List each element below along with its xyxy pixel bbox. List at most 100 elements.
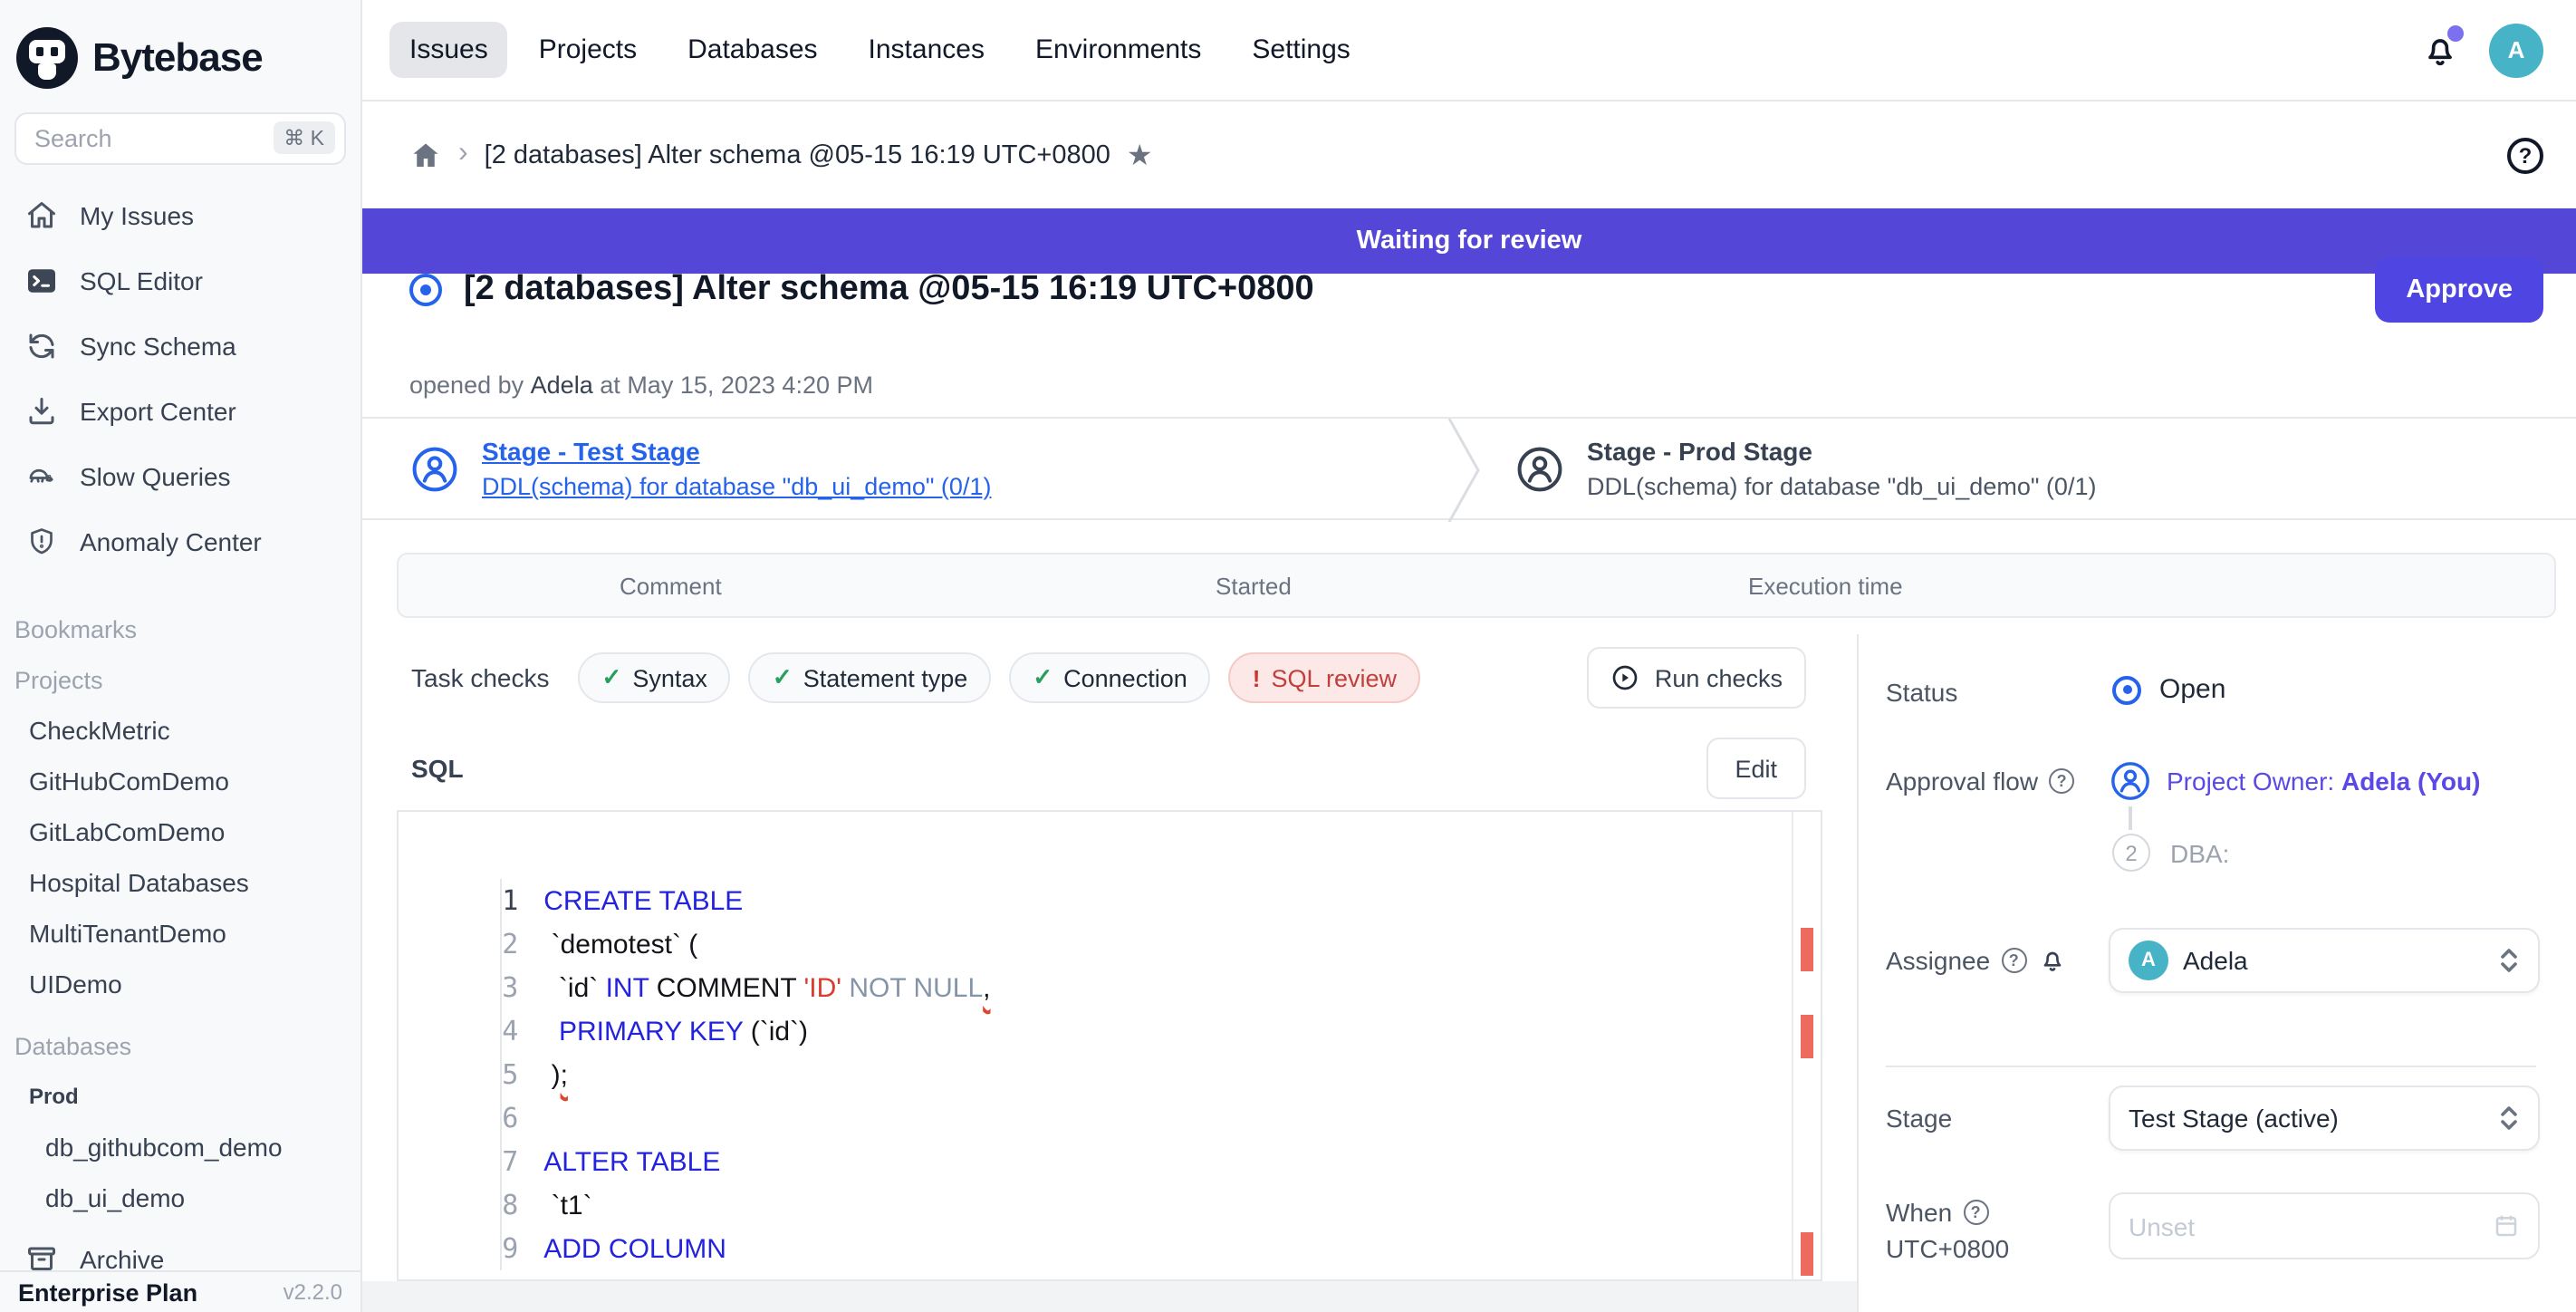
sidebar-item-label: Export Center — [80, 397, 236, 426]
column-header-comment: Comment — [620, 555, 722, 616]
code-line: 6 — [399, 1053, 1792, 1096]
project-item-githubcomdemo[interactable]: GitHubComDemo — [0, 756, 360, 806]
panel-divider — [1886, 1066, 2536, 1067]
error-marker — [1801, 1232, 1813, 1276]
project-list: CheckMetricGitHubComDemoGitLabComDemoHos… — [0, 705, 360, 1009]
home-icon[interactable] — [409, 139, 442, 171]
turtle-icon — [25, 460, 58, 493]
approve-button[interactable]: Approve — [2375, 257, 2543, 323]
notifications-button[interactable] — [2420, 30, 2460, 70]
stage-test-stage[interactable]: Stage - Test Stage DDL(schema) for datab… — [409, 419, 991, 518]
check-label: Connection — [1063, 664, 1187, 691]
tab-label: Issues — [409, 34, 488, 65]
task-table-header: Comment Started Execution time — [397, 553, 2556, 618]
user-avatar[interactable]: A — [2489, 23, 2543, 77]
sql-label: SQL — [411, 754, 464, 783]
status-open-icon — [2112, 675, 2141, 704]
column-header-execution-time: Execution time — [1748, 555, 1903, 616]
search-box[interactable]: ⌘ K — [14, 112, 346, 165]
project-item-multitenantdemo[interactable]: MultiTenantDemo — [0, 908, 360, 959]
error-marker — [1801, 928, 1813, 971]
tab-databases[interactable]: Databases — [668, 22, 837, 78]
issue-byline: opened by Adela at May 15, 2023 4:20 PM — [409, 371, 873, 399]
project-item-hospital-databases[interactable]: Hospital Databases — [0, 857, 360, 908]
task-check-sql-review[interactable]: ! SQL review — [1229, 652, 1420, 703]
project-item-gitlabcomdemo[interactable]: GitLabComDemo — [0, 806, 360, 857]
search-shortcut: ⌘ K — [273, 121, 335, 154]
star-icon[interactable]: ★ — [1127, 137, 1153, 173]
sql-code-editor[interactable]: 1CREATE TABLE 2 `demotest` ( 3 `id` INT … — [397, 810, 1822, 1281]
assignee-select[interactable]: A Adela — [2109, 928, 2540, 993]
sidebar-item-slow-queries[interactable]: Slow Queries — [0, 444, 360, 509]
sidebar-item-sql-editor[interactable]: SQL Editor — [0, 248, 360, 314]
bytebase-logo-icon — [16, 26, 78, 88]
line-number: 3 — [464, 966, 543, 1009]
sidebar-item-my-issues[interactable]: My Issues — [0, 183, 360, 248]
project-item-uidemo[interactable]: UIDemo — [0, 959, 360, 1009]
tab-settings[interactable]: Settings — [1232, 22, 1370, 78]
sidebar-item-label: Slow Queries — [80, 462, 231, 491]
help-circle-icon[interactable]: ? — [2507, 137, 2543, 173]
issue-open-icon — [409, 274, 442, 306]
line-number: 9 — [464, 1227, 543, 1270]
issue-detail-column: Task checks ✓ Syntax ✓ Statement type ✓ … — [362, 634, 1857, 1312]
database-item-db-ui-demo[interactable]: db_ui_demo — [0, 1172, 360, 1223]
check-status-icon: ✓ — [602, 663, 622, 692]
database-item-db-githubcom-demo[interactable]: db_githubcom_demo — [0, 1122, 360, 1172]
tab-environments[interactable]: Environments — [1015, 22, 1221, 78]
sidebar-item-label: Anomaly Center — [80, 527, 262, 556]
environment-label: Prod — [0, 1071, 360, 1122]
project-item-checkmetric[interactable]: CheckMetric — [0, 705, 360, 756]
sidebar-item-export-center[interactable]: Export Center — [0, 379, 360, 444]
task-check-statement-type[interactable]: ✓ Statement type — [749, 652, 991, 703]
tab-projects[interactable]: Projects — [519, 22, 657, 78]
edit-sql-button[interactable]: Edit — [1706, 738, 1806, 799]
sidebar-section-bookmarks: Bookmarks — [0, 603, 360, 654]
line-number: 8 — [464, 1183, 543, 1227]
person-circle-icon — [409, 443, 460, 494]
notify-bell-icon[interactable] — [2037, 946, 2066, 975]
status-value: Open — [2112, 674, 2225, 705]
main-area: Issues Projects Databases InstancesEnvironm… — [362, 0, 2576, 1312]
help-icon[interactable]: ? — [2001, 948, 2026, 973]
sidebar-nav: My Issues SQL Editor Sync Schema Export … — [0, 183, 360, 574]
issue-author: Adela — [531, 371, 593, 399]
when-datetime-input[interactable]: Unset — [2109, 1192, 2540, 1259]
stage-task-link[interactable]: DDL(schema) for database "db_ui_demo" (0… — [482, 473, 991, 500]
tab-label: Databases — [687, 34, 817, 65]
stage-task-label: DDL(schema) for database "db_ui_demo" (0… — [1587, 473, 2096, 500]
stage-select[interactable]: Test Stage (active) — [2109, 1085, 2540, 1151]
stage-title: Stage - Prod Stage — [1587, 437, 2096, 466]
chevron-right-icon: › — [458, 137, 468, 169]
issue-opened-at: May 15, 2023 4:20 PM — [627, 371, 873, 399]
approval-step-2: 2 DBA: — [2112, 834, 2229, 872]
tab-label: Projects — [539, 34, 637, 65]
assignee-label: Assignee ? — [1886, 946, 2066, 975]
column-header-started: Started — [1216, 555, 1292, 616]
task-check-syntax[interactable]: ✓ Syntax — [579, 652, 731, 703]
sync-icon — [25, 330, 58, 362]
error-marker — [1801, 1015, 1813, 1058]
sidebar-section-projects: Projects — [0, 654, 360, 705]
brand-name: Bytebase — [92, 34, 263, 81]
tab-issues[interactable]: Issues — [389, 22, 508, 78]
line-number: 6 — [464, 1096, 543, 1140]
pipeline-stages: Stage - Test Stage DDL(schema) for datab… — [362, 417, 2576, 520]
sidebar-item-anomaly-center[interactable]: Anomaly Center — [0, 509, 360, 574]
help-icon[interactable]: ? — [1963, 1200, 1988, 1225]
editor-overview-ruler[interactable] — [1792, 812, 1821, 1279]
stage-title[interactable]: Stage - Test Stage — [482, 437, 991, 466]
task-check-connection[interactable]: ✓ Connection — [1009, 652, 1210, 703]
tab-instances[interactable]: Instances — [849, 22, 1004, 78]
run-checks-button[interactable]: Run checks — [1588, 647, 1806, 709]
help-icon[interactable]: ? — [2049, 768, 2074, 794]
line-number: 1 — [464, 879, 543, 922]
sidebar-item-sync-schema[interactable]: Sync Schema — [0, 314, 360, 379]
brand-logo[interactable]: Bytebase — [0, 0, 360, 94]
editor-bottom-gutter — [362, 1281, 1857, 1312]
chevron-up-down-icon — [2498, 948, 2520, 973]
search-input[interactable] — [16, 125, 252, 152]
stage-prod-stage[interactable]: Stage - Prod Stage DDL(schema) for datab… — [1514, 419, 2096, 518]
sidebar-item-label: My Issues — [80, 201, 194, 230]
line-number: 5 — [464, 1053, 543, 1096]
